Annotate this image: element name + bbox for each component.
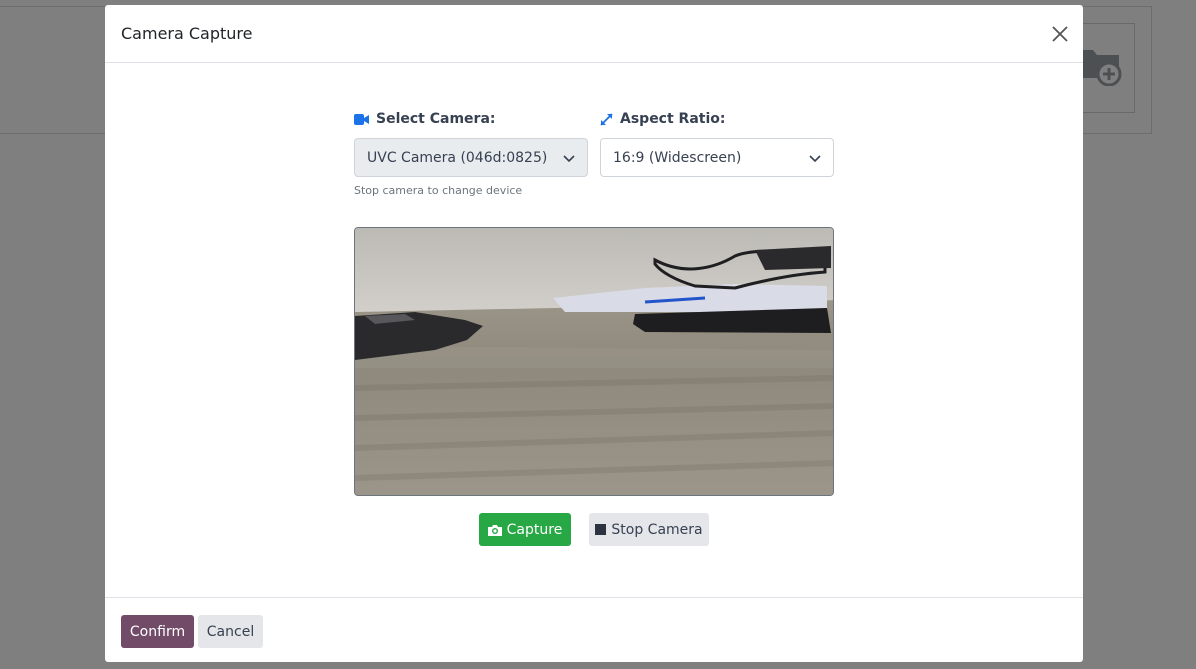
stop-camera-button-label: Stop Camera <box>611 521 703 538</box>
modal-footer: Confirm Cancel <box>105 597 1083 662</box>
aspect-ratio-label: Aspect Ratio: <box>600 111 726 127</box>
confirm-button[interactable]: Confirm <box>121 615 194 648</box>
stop-camera-button[interactable]: Stop Camera <box>589 513 709 546</box>
cancel-button[interactable]: Cancel <box>198 615 263 648</box>
expand-arrows-icon <box>600 112 613 126</box>
close-icon <box>1052 26 1068 42</box>
modal-header: Camera Capture <box>105 5 1083 63</box>
chevron-down-icon <box>563 155 575 163</box>
camera-feed-image <box>355 228 833 495</box>
chevron-down-icon <box>809 155 821 163</box>
select-camera-label: Select Camera: <box>354 111 496 127</box>
camera-capture-dialog: Camera Capture Select Camera: UVC Camera… <box>105 5 1083 662</box>
camera-select[interactable]: UVC Camera (046d:0825) <box>354 138 588 177</box>
aspect-ratio-select-value: 16:9 (Widescreen) <box>613 149 742 166</box>
capture-button-label: Capture <box>506 521 563 538</box>
camera-help-text: Stop camera to change device <box>354 184 523 197</box>
camera-preview <box>354 227 834 496</box>
modal-title: Camera Capture <box>121 24 253 43</box>
capture-button[interactable]: Capture <box>479 513 571 546</box>
stop-square-icon <box>595 524 607 535</box>
select-camera-label-text: Select Camera: <box>376 111 496 127</box>
aspect-ratio-label-text: Aspect Ratio: <box>620 111 726 127</box>
camera-icon <box>487 524 502 536</box>
camera-select-value: UVC Camera (046d:0825) <box>367 149 548 166</box>
close-button[interactable] <box>1049 23 1071 45</box>
video-camera-icon <box>354 113 369 125</box>
aspect-ratio-select[interactable]: 16:9 (Widescreen) <box>600 138 834 177</box>
